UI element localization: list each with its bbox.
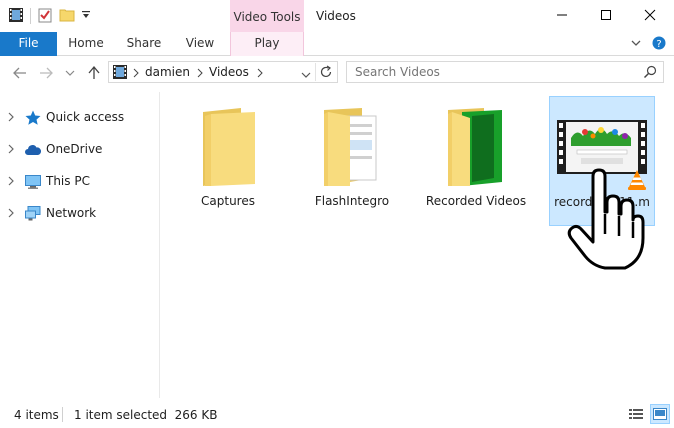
item-label: FlashIntegro [314, 194, 390, 208]
recent-locations-chevron-icon[interactable] [60, 63, 80, 83]
video-film-icon [8, 7, 24, 26]
help-icon[interactable]: ? [652, 36, 666, 53]
video-tools-header: Video Tools [230, 0, 304, 32]
maximize-button[interactable] [584, 0, 628, 30]
navigation-pane: Quick access OneDrive This PC Network [0, 92, 160, 398]
ribbon-controls: ? [630, 36, 666, 53]
tab-share[interactable]: Share [116, 32, 172, 56]
folder-item-captures[interactable]: Captures [175, 96, 281, 226]
sidebar-item-label: This PC [46, 174, 90, 188]
address-divider [315, 63, 316, 81]
hand-pointer-cursor-icon [563, 168, 645, 272]
minimize-button[interactable] [540, 0, 584, 30]
title-bar: Video Tools Videos [0, 0, 674, 32]
breadcrumb-separator-icon[interactable] [257, 67, 263, 81]
new-folder-icon[interactable] [59, 7, 75, 26]
tab-file[interactable]: File [0, 32, 57, 56]
refresh-icon[interactable] [319, 65, 333, 82]
expand-ribbon-chevron-icon[interactable] [630, 37, 642, 52]
address-bar[interactable]: damien Videos [108, 61, 338, 83]
selection-info: 1 item selected 266 KB [74, 408, 218, 422]
sidebar-item-network[interactable]: Network [0, 202, 160, 226]
large-icons-view-icon[interactable] [650, 404, 670, 424]
back-button[interactable] [10, 63, 30, 83]
search-icon[interactable] [643, 65, 657, 82]
folder-icon [175, 102, 281, 192]
details-view-icon[interactable] [626, 404, 646, 424]
toolbar-divider [30, 8, 31, 24]
folder-item-recorded-videos[interactable]: Recorded Videos [423, 96, 529, 226]
star-icon [24, 109, 42, 127]
sidebar-item-label: Network [46, 206, 97, 220]
status-bar: 4 items 1 item selected 266 KB [0, 402, 674, 428]
folder-with-documents-icon [299, 102, 405, 192]
folder-item-flashintegro[interactable]: FlashIntegro [299, 96, 405, 226]
quick-access-toolbar [8, 6, 91, 26]
sidebar-item-label: OneDrive [46, 142, 103, 156]
item-label: Recorded Videos [425, 194, 527, 208]
window-title: Videos [316, 9, 356, 23]
up-button[interactable] [84, 63, 104, 83]
navigation-bar: damien Videos [0, 57, 674, 89]
context-tab-group-label: Video Tools [233, 10, 301, 24]
breadcrumb-separator-icon[interactable] [133, 67, 139, 81]
status-divider [62, 407, 63, 422]
breadcrumb-separator-icon[interactable] [197, 67, 203, 81]
close-button[interactable] [628, 0, 672, 30]
videos-location-icon [112, 64, 128, 83]
customize-toolbar-dropdown-icon[interactable] [81, 9, 91, 23]
tab-view[interactable]: View [172, 32, 228, 56]
tab-play[interactable]: Play [230, 32, 304, 56]
item-count: 4 items [14, 408, 59, 422]
search-input[interactable] [355, 65, 625, 79]
properties-check-icon[interactable] [37, 7, 53, 26]
computer-icon [24, 173, 42, 191]
ribbon-tab-bar: File Home Share View Play ? [0, 32, 674, 56]
expand-chevron-icon[interactable] [6, 174, 16, 191]
expand-chevron-icon[interactable] [6, 142, 16, 159]
breadcrumb-damien[interactable]: damien [145, 65, 190, 79]
view-switcher [626, 404, 670, 424]
address-dropdown-chevron-icon[interactable] [301, 68, 311, 82]
svg-text:?: ? [656, 39, 661, 50]
search-box[interactable] [346, 61, 664, 83]
sidebar-item-quick-access[interactable]: Quick access [0, 106, 160, 130]
sidebar-item-onedrive[interactable]: OneDrive [0, 138, 160, 162]
tab-home[interactable]: Home [58, 32, 114, 56]
cloud-icon [24, 141, 42, 159]
forward-button[interactable] [36, 63, 56, 83]
breadcrumb-videos[interactable]: Videos [209, 65, 249, 79]
folder-green-icon [423, 102, 529, 192]
sidebar-item-label: Quick access [46, 110, 125, 124]
item-label: Captures [201, 194, 255, 208]
expand-chevron-icon[interactable] [6, 206, 16, 223]
expand-chevron-icon[interactable] [6, 110, 16, 127]
network-icon [24, 205, 42, 223]
sidebar-item-this-pc[interactable]: This PC [0, 170, 160, 194]
